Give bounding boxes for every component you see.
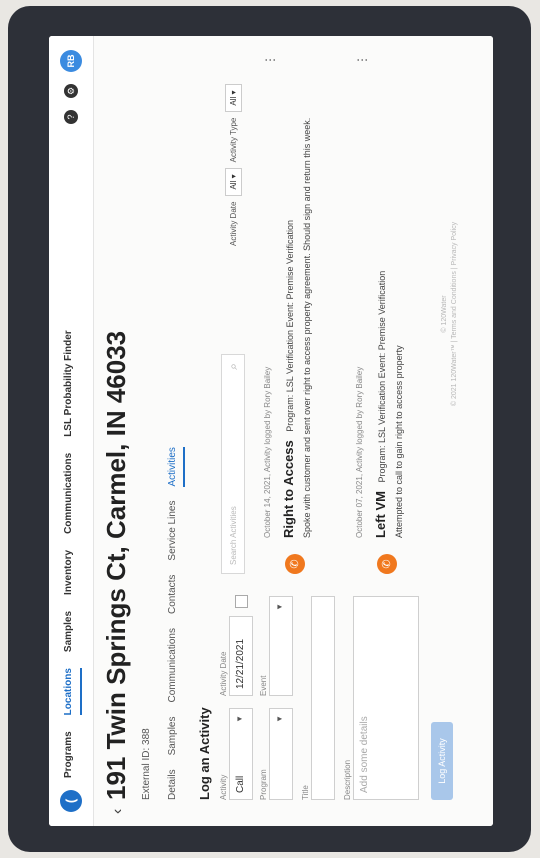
activity-heading: Right to Access Program: LSL Verificatio… — [281, 220, 296, 538]
nav-lsl-probability-finder[interactable]: LSL Probability Finder — [63, 330, 82, 437]
tab-communications[interactable]: Communications — [167, 628, 185, 702]
phone-call-icon: ✆ — [285, 554, 305, 574]
top-nav: ( Programs Locations Samples Inventory C… — [49, 36, 94, 826]
title-label: Title — [301, 785, 310, 800]
tablet-device: ( Programs Locations Samples Inventory C… — [8, 6, 531, 852]
nav-communications[interactable]: Communications — [63, 453, 82, 534]
chevron-down-icon: ▼ — [235, 715, 244, 723]
activity-meta: October 07, 2021, Activity logged by Ror… — [355, 366, 364, 538]
activity-tags: Program: LSL Verification Event: Premise… — [377, 270, 387, 483]
more-options-icon[interactable]: ⋮ — [355, 54, 369, 66]
footer-legal[interactable]: © 2021 120Water™ | Terms and Conditions … — [451, 54, 458, 574]
nav-inventory[interactable]: Inventory — [63, 550, 82, 595]
activity-item: ✆ October 07, 2021, Activity logged by R… — [355, 54, 425, 574]
activity-select[interactable]: Call ▼ — [229, 708, 253, 800]
activity-date-filter-value: All — [229, 180, 238, 190]
activity-meta: October 14, 2021, Activity logged by Ror… — [263, 366, 272, 538]
activity-item: ✆ October 14, 2021, Activity logged by R… — [263, 54, 343, 574]
activity-checkbox[interactable] — [235, 595, 248, 608]
search-icon: ⌕ — [226, 363, 240, 370]
activity-date-field[interactable]: 12/21/2021 — [229, 616, 253, 696]
activity-title: Left VM — [373, 491, 388, 538]
app-rotated: ( Programs Locations Samples Inventory C… — [49, 36, 493, 826]
event-select[interactable]: ▼ — [269, 596, 293, 696]
nav-samples[interactable]: Samples — [63, 611, 82, 652]
nav-programs[interactable]: Programs — [63, 731, 82, 778]
activity-select-value: Call — [235, 775, 246, 793]
tab-samples[interactable]: Samples — [167, 717, 185, 756]
tab-details[interactable]: Details — [167, 769, 185, 800]
activity-description: Spoke with customer and sent over right … — [302, 117, 312, 538]
activity-type-filter-label: Activity Type — [229, 117, 238, 163]
app-logo[interactable]: ( — [60, 790, 82, 812]
activity-heading: Left VM Program: LSL Verification Event:… — [373, 271, 388, 538]
log-activity-button[interactable]: Log Activity — [431, 722, 453, 800]
tablet-screen: ( Programs Locations Samples Inventory C… — [49, 36, 493, 826]
description-textarea[interactable]: Add some details — [353, 596, 419, 800]
activity-type-filter[interactable]: All ▾ — [225, 84, 242, 112]
activity-date-filter[interactable]: All ▾ — [225, 168, 242, 196]
description-label: Description — [343, 759, 352, 800]
activity-tags: Program: LSL Verification Event: Premise… — [285, 219, 295, 432]
log-activity-title: Log an Activity — [197, 707, 212, 800]
activity-date-value: 12/21/2021 — [235, 638, 246, 689]
more-options-icon[interactable]: ⋮ — [263, 54, 277, 66]
search-placeholder: Search Activities — [229, 506, 238, 565]
page-footer: © 120Water © 2021 120Water™ | Terms and … — [441, 54, 461, 574]
chevron-down-icon: ▼ — [275, 603, 284, 611]
activity-type-filter-value: All — [229, 96, 238, 106]
activity-date-label: Activity Date — [219, 651, 228, 696]
activity-title: Right to Access — [281, 440, 296, 538]
event-label: Event — [259, 675, 268, 696]
search-activities-input[interactable]: Search Activities ⌕ — [221, 354, 245, 574]
help-icon[interactable]: ? — [64, 110, 78, 124]
title-input[interactable] — [311, 596, 335, 800]
log-activity-panel: Log an Activity Activity Call ▼ Activity… — [197, 590, 459, 800]
activity-date-filter-label: Activity Date — [229, 201, 238, 246]
page-title: 191 Twin Springs Ct, Carmel, IN 46033 — [101, 330, 131, 800]
program-label: Program — [259, 769, 268, 800]
tab-contacts[interactable]: Contacts — [167, 575, 185, 614]
user-avatar[interactable]: RB — [60, 50, 82, 72]
activity-filters: Activity Date All ▾ Activity Type All ▾ — [225, 84, 242, 246]
description-placeholder: Add some details — [359, 716, 370, 793]
program-select[interactable]: ▼ — [269, 708, 293, 800]
activity-description: Attempted to call to gain right to acces… — [394, 345, 404, 538]
activity-label: Activity — [219, 774, 228, 800]
location-tabs: Details Samples Communications Contacts … — [167, 447, 185, 800]
back-chevron-icon[interactable]: ‹ — [109, 809, 127, 814]
tab-service-lines[interactable]: Service Lines — [167, 501, 185, 561]
tab-activities[interactable]: Activities — [167, 447, 185, 487]
chevron-down-icon: ▼ — [275, 715, 284, 723]
phone-call-icon: ✆ — [377, 554, 397, 574]
external-id: External ID: 388 — [141, 728, 152, 800]
nav-locations[interactable]: Locations — [63, 668, 82, 716]
footer-brand: © 120Water — [441, 295, 448, 333]
settings-icon[interactable]: ⚙ — [64, 84, 78, 98]
